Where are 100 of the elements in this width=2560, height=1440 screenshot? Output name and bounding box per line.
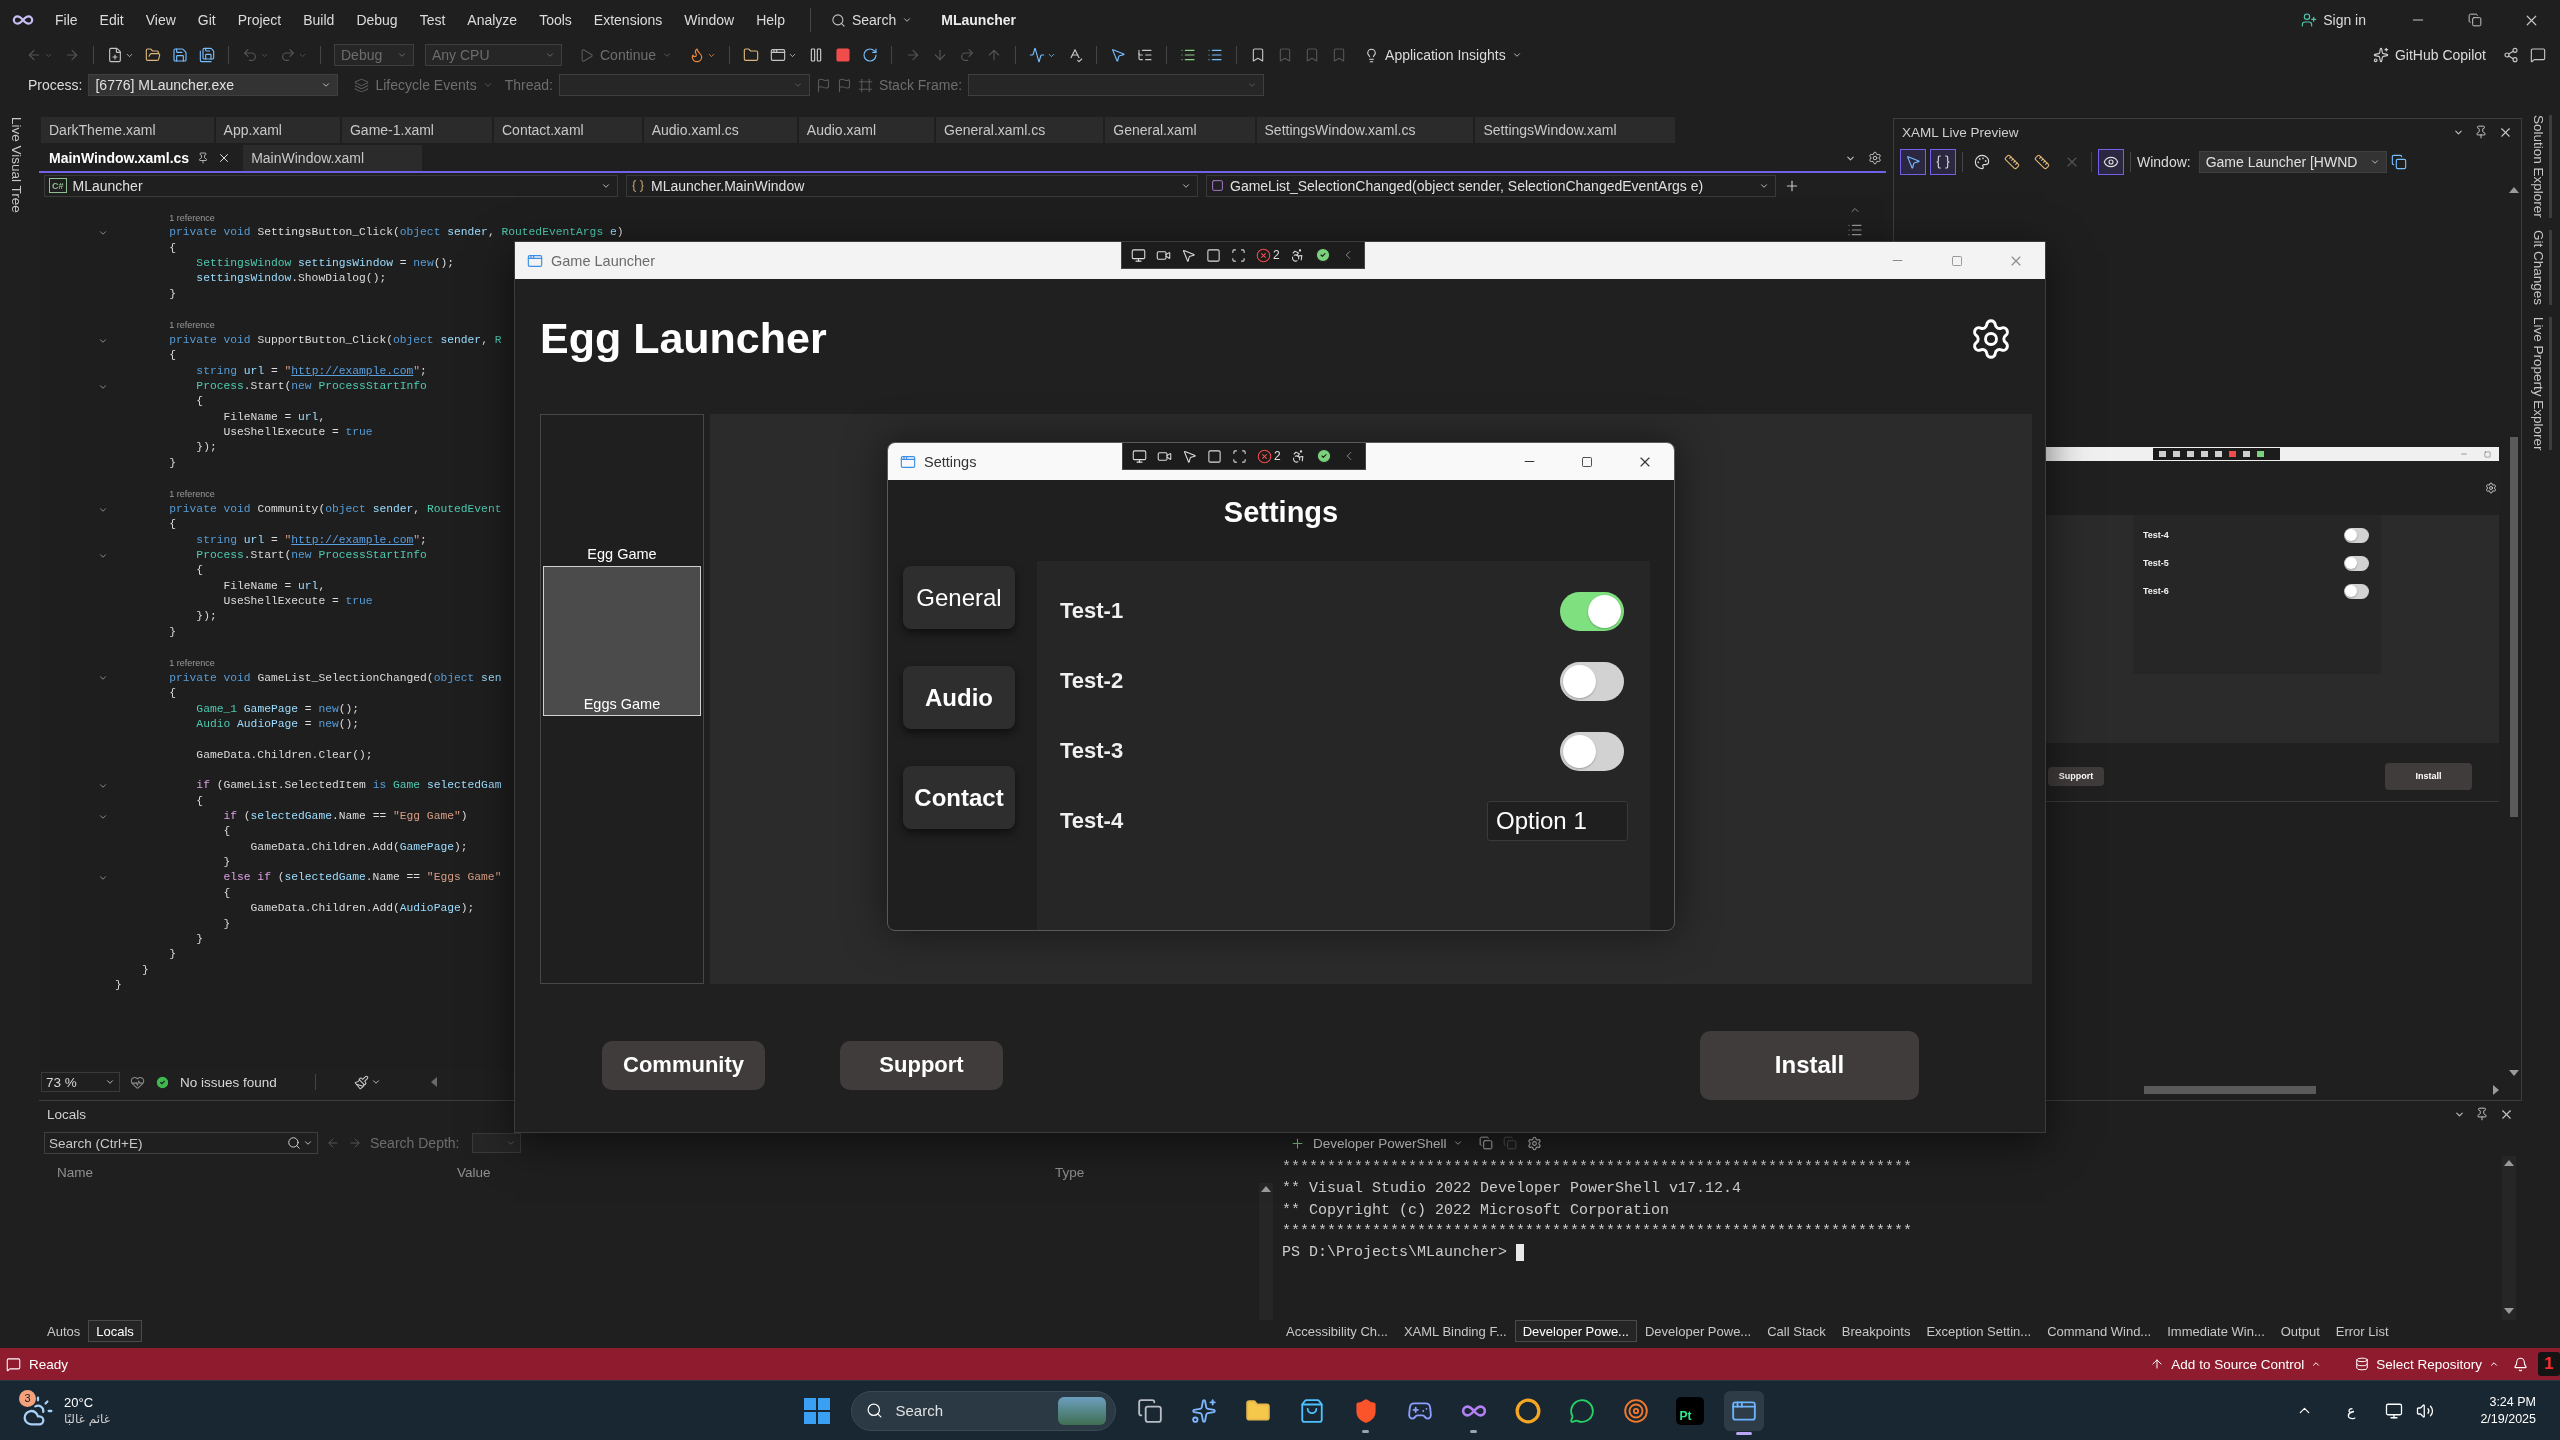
- menu-item[interactable]: Edit: [88, 7, 135, 33]
- settings-nav-button[interactable]: General: [903, 566, 1015, 629]
- member-dropdown[interactable]: GameList_SelectionChanged(object sender, SelectionChangedEventArgs e): [1206, 174, 1776, 197]
- target-icon[interactable]: [1622, 1397, 1649, 1424]
- ring-icon[interactable]: [1514, 1397, 1541, 1424]
- search-icon[interactable]: [287, 1136, 301, 1150]
- monitor-icon[interactable]: [1132, 448, 1147, 464]
- square-icon[interactable]: [1207, 448, 1222, 464]
- monitor-icon[interactable]: [1131, 247, 1146, 263]
- process-dropdown[interactable]: [6776] MLauncher.exe: [88, 74, 339, 96]
- document-tab[interactable]: General.xaml.cs: [936, 117, 1104, 143]
- panel-tab[interactable]: Developer Powe...: [1514, 1320, 1637, 1342]
- shopping-bag-icon[interactable]: [1298, 1397, 1325, 1424]
- codelens-link[interactable]: 1 reference: [169, 489, 215, 500]
- document-tab[interactable]: MainWindow.xaml: [243, 145, 422, 171]
- document-tab[interactable]: Contact.xaml: [494, 117, 642, 143]
- left-triangle-icon[interactable]: [430, 1077, 437, 1087]
- lines-icon[interactable]: [1180, 47, 1197, 63]
- menu-item[interactable]: Debug: [345, 7, 409, 33]
- spell-check-icon[interactable]: [1067, 47, 1084, 63]
- menu-item[interactable]: File: [44, 7, 89, 33]
- panel-tab[interactable]: Developer Powe...: [1636, 1320, 1760, 1342]
- feedback-icon[interactable]: [2530, 47, 2546, 63]
- new-file-icon[interactable]: [107, 47, 123, 63]
- option-dropdown[interactable]: Option 1: [1487, 801, 1628, 841]
- codelens-link[interactable]: 1 reference: [169, 658, 215, 669]
- codelens-link[interactable]: 1 reference: [169, 212, 215, 223]
- action-button[interactable]: Community: [602, 1040, 765, 1090]
- lines-icon[interactable]: [1847, 222, 1863, 238]
- pointer-icon[interactable]: [1110, 47, 1127, 63]
- source-control-button[interactable]: Add to Source Control: [2144, 1354, 2328, 1374]
- action-button[interactable]: Install: [1700, 1030, 1919, 1100]
- pulse-icon[interactable]: [1029, 47, 1046, 63]
- code-link[interactable]: http://example.com: [291, 364, 414, 377]
- window-icon[interactable]: [1723, 1390, 1764, 1431]
- error-circle-icon[interactable]: [1257, 448, 1272, 464]
- settings-nav-button[interactable]: Contact: [903, 766, 1015, 829]
- search-button[interactable]: Search: [824, 9, 919, 31]
- brush-icon[interactable]: [353, 1074, 369, 1090]
- scan-frame-icon[interactable]: [1232, 448, 1247, 464]
- panel-tab[interactable]: Exception Settin...: [1918, 1320, 2040, 1342]
- save-all-icon[interactable]: [199, 47, 215, 63]
- terminal-profile-dropdown[interactable]: Developer PowerShell: [1307, 1132, 1469, 1154]
- menu-item[interactable]: Analyze: [456, 7, 529, 33]
- menu-item[interactable]: Test: [408, 7, 457, 33]
- scan-frame-icon[interactable]: [1231, 247, 1246, 263]
- menu-item[interactable]: Tools: [528, 7, 583, 33]
- vertical-scrollbar[interactable]: [1259, 1183, 1273, 1320]
- pointer-icon[interactable]: [1181, 247, 1196, 263]
- side-tab[interactable]: Solution Explorer: [2530, 115, 2552, 218]
- document-tab[interactable]: Audio.xaml.cs: [643, 117, 797, 143]
- vertical-scrollbar[interactable]: [2502, 1156, 2516, 1320]
- panel-tab[interactable]: Breakpoints: [1833, 1320, 1919, 1342]
- notification-count[interactable]: 1: [2538, 1352, 2560, 1376]
- toggle-switch[interactable]: [2344, 583, 2369, 599]
- tree-icon[interactable]: [1137, 47, 1154, 63]
- folder-icon[interactable]: [1244, 1397, 1271, 1424]
- game-list-item[interactable]: Eggs Game: [543, 566, 701, 716]
- restart-icon[interactable]: [862, 47, 879, 63]
- panel-tab[interactable]: Command Wind...: [2039, 1320, 2160, 1342]
- pointer-icon[interactable]: [1182, 448, 1197, 464]
- check-circle-icon[interactable]: [1314, 247, 1331, 263]
- pin-icon[interactable]: [2474, 125, 2488, 139]
- menu-item[interactable]: Project: [226, 7, 293, 33]
- document-tab[interactable]: App.xaml: [215, 117, 340, 143]
- menu-item[interactable]: Window: [673, 7, 746, 33]
- action-button[interactable]: Support: [840, 1040, 1003, 1090]
- open-folder-icon[interactable]: [145, 47, 161, 63]
- toggle-switch[interactable]: [2344, 527, 2369, 543]
- window-icon[interactable]: [770, 47, 787, 63]
- menu-item[interactable]: View: [134, 7, 187, 33]
- panel-tab[interactable]: Output: [2272, 1320, 2328, 1342]
- plus-icon[interactable]: [1290, 1135, 1305, 1151]
- panel-tab[interactable]: Autos: [39, 1320, 89, 1342]
- restore-icon[interactable]: [2467, 13, 2482, 27]
- toggle-switch[interactable]: [1560, 731, 1624, 771]
- maximize-icon[interactable]: [1581, 455, 1593, 468]
- pin-icon[interactable]: [197, 152, 210, 164]
- side-tab[interactable]: Live Property Explorer: [2530, 316, 2552, 451]
- code-link[interactable]: http://example.com: [291, 533, 414, 546]
- panel-tab[interactable]: Error List: [2327, 1320, 2397, 1342]
- toggle-switch[interactable]: [1560, 591, 1624, 631]
- toggle-switch[interactable]: [2344, 555, 2369, 571]
- keyboard-language[interactable]: ع: [2347, 1402, 2356, 1419]
- menu-item[interactable]: Extensions: [582, 7, 674, 33]
- type-dropdown[interactable]: MLauncher.MainWindow: [626, 174, 1198, 197]
- gear-icon[interactable]: [1868, 151, 1882, 165]
- menu-item[interactable]: Git: [186, 7, 227, 33]
- save-icon[interactable]: [172, 47, 188, 63]
- document-tab[interactable]: SettingsWindow.xaml.cs: [1256, 117, 1474, 143]
- insights-button[interactable]: Application Insights: [1358, 44, 1528, 66]
- toggle-switch[interactable]: [1560, 661, 1624, 701]
- four-squares-icon[interactable]: [803, 1397, 830, 1424]
- app-logo-tile[interactable]: Pt: [1675, 1396, 1704, 1425]
- panel-tab[interactable]: Immediate Win...: [2159, 1320, 2273, 1342]
- cloud-sun-icon[interactable]: [22, 1394, 54, 1427]
- search-field[interactable]: Search (Ctrl+E): [44, 1132, 318, 1154]
- side-tab[interactable]: Git Changes: [2530, 229, 2552, 305]
- bell-icon[interactable]: [2513, 1356, 2528, 1372]
- chat-bubble-icon[interactable]: [1568, 1397, 1595, 1424]
